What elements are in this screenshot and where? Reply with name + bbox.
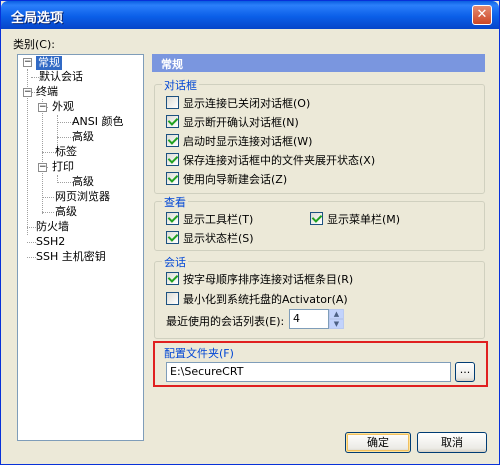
close-button[interactable]: ✕ [472,5,492,25]
show-connection-closed-checkbox[interactable] [166,96,179,109]
spin-down-icon[interactable]: ▼ [329,319,344,329]
view-group: 查看 显示工具栏(T) 显示菜单栏(M) 显示状态栏(S) [154,194,485,251]
tree-item-ssh2[interactable]: SSH2 [36,235,65,249]
tree-item-terminal-advanced[interactable]: 高级 [55,205,77,219]
show-disconnect-confirm-checkbox[interactable] [166,115,179,128]
tree-item-print[interactable]: 打印 [52,160,74,174]
view-group-title: 查看 [162,194,188,210]
annotation-highlight-box [153,341,488,387]
show-statusbar-checkbox[interactable] [166,231,179,244]
title-bar[interactable]: 全局选项 ✕ [1,1,499,29]
tree-item-web-browser[interactable]: 网页浏览器 [55,190,110,204]
use-new-session-wizard-checkbox[interactable] [166,172,179,185]
sort-alphabetically-checkbox[interactable] [166,272,179,285]
collapse-icon[interactable]: − [23,88,32,97]
session-group: 会话 按字母顺序排序连接对话框条目(R) 最小化到系统托盘的Activator(… [154,254,485,339]
tree-item-print-advanced[interactable]: 高级 [72,175,94,189]
recent-sessions-value: 4 [293,312,300,325]
spin-up-icon[interactable]: ▲ [329,309,344,319]
recent-sessions-spinner[interactable]: ▲ ▼ [329,309,344,329]
collapse-icon[interactable]: − [38,103,47,112]
show-menubar-label[interactable]: 显示菜单栏(M) [327,211,400,227]
show-disconnect-confirm-label[interactable]: 显示断开确认对话框(N) [183,114,299,130]
ok-button[interactable]: 确定 [345,432,411,453]
tree-item-default-session[interactable]: 默认会话 [39,70,83,84]
show-toolbar-label[interactable]: 显示工具栏(T) [183,211,253,227]
minimize-to-tray-label[interactable]: 最小化到系统托盘的Activator(A) [183,291,348,307]
recent-sessions-label: 最近使用的会话列表(E): [166,315,285,328]
show-connect-on-startup-label[interactable]: 启动时显示连接对话框(W) [183,133,312,149]
category-tree[interactable]: − 常规 默认会话 − 终端 − 外观 ANSI 颜色 高级 标签 − 打印 高… [17,54,144,441]
show-toolbar-checkbox[interactable] [166,212,179,225]
tree-item-terminal[interactable]: 终端 [36,85,58,99]
window-title: 全局选项 [11,11,64,26]
save-folder-expand-state-checkbox[interactable] [166,153,179,166]
show-connection-closed-label[interactable]: 显示连接已关闭对话框(O) [183,95,310,111]
tree-item-tabs[interactable]: 标签 [55,145,77,159]
recent-sessions-input[interactable]: 4 [289,309,329,329]
category-label: 类别(C): [13,38,55,51]
session-group-title: 会话 [162,254,188,270]
panel-title: 常规 [161,58,183,71]
tree-item-general[interactable]: 常规 [36,56,62,70]
tree-item-ssh-host-keys[interactable]: SSH 主机密钥 [36,250,106,264]
collapse-icon[interactable]: − [38,163,47,172]
tree-item-ansi-colors[interactable]: ANSI 颜色 [72,115,123,129]
global-options-dialog: 全局选项 ✕ 类别(C): − 常规 默认会话 − 终端 − 外观 ANSI 颜… [0,0,500,465]
use-new-session-wizard-label[interactable]: 使用向导新建会话(Z) [183,171,287,187]
panel-header: 常规 [152,54,485,72]
dialogs-group: 对话框 显示连接已关闭对话框(O) 显示断开确认对话框(N) 启动时显示连接对话… [154,77,485,194]
show-connect-on-startup-checkbox[interactable] [166,134,179,147]
tree-item-firewall[interactable]: 防火墙 [36,220,69,234]
dialogs-group-title: 对话框 [162,77,199,93]
minimize-to-tray-checkbox[interactable] [166,292,179,305]
cancel-button[interactable]: 取消 [417,432,487,453]
collapse-icon[interactable]: − [23,58,32,67]
sort-alphabetically-label[interactable]: 按字母顺序排序连接对话框条目(R) [183,271,353,287]
tree-item-appearance-advanced[interactable]: 高级 [72,130,94,144]
show-menubar-checkbox[interactable] [310,212,323,225]
show-statusbar-label[interactable]: 显示状态栏(S) [183,230,254,246]
tree-item-appearance[interactable]: 外观 [52,100,74,114]
save-folder-expand-state-label[interactable]: 保存连接对话框中的文件夹展开状态(X) [183,152,375,168]
